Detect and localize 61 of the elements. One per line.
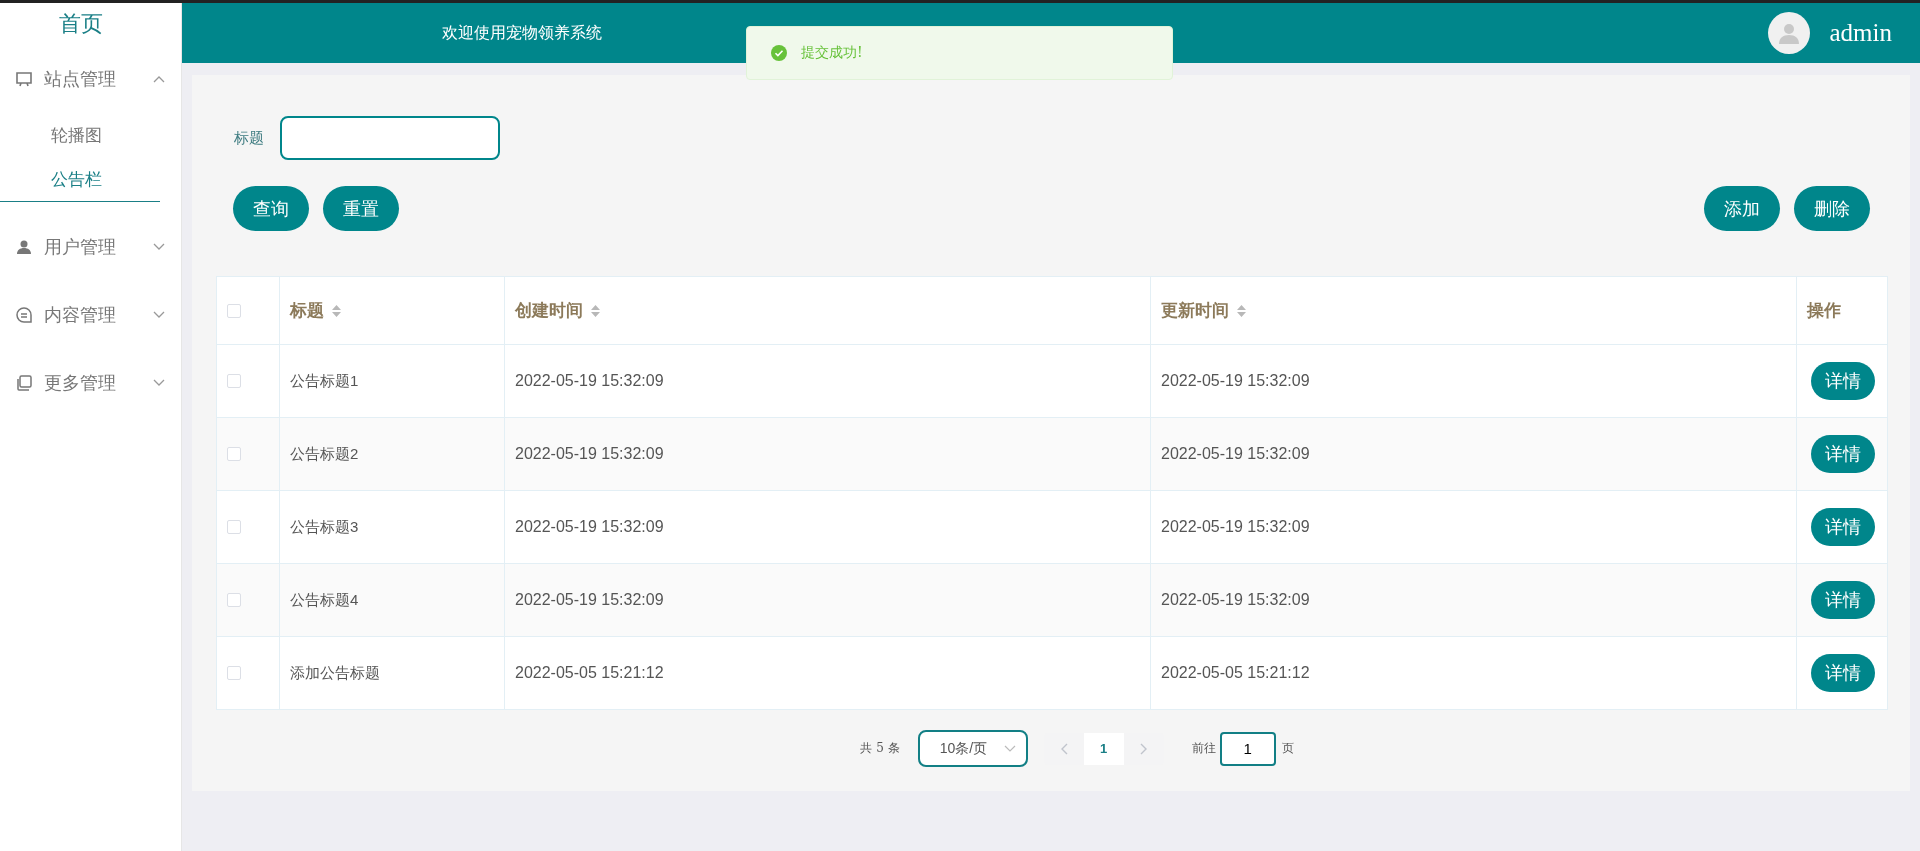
toast-message: 提交成功! xyxy=(801,44,863,62)
title-input[interactable] xyxy=(280,116,500,160)
table-cell: 2022-05-05 15:21:12 xyxy=(1161,664,1310,681)
action-button[interactable]: 重置 xyxy=(323,186,399,231)
table-cell: 2022-05-19 15:32:09 xyxy=(515,445,664,462)
chevron-down-icon xyxy=(1003,744,1016,753)
table-cell: 2022-05-19 15:32:09 xyxy=(515,372,664,389)
column-header[interactable]: 标题 xyxy=(290,299,324,322)
action-button[interactable]: 添加 xyxy=(1704,186,1780,231)
details-button[interactable]: 详情 xyxy=(1811,654,1875,692)
table-cell: 2022-05-19 15:32:09 xyxy=(1161,591,1310,608)
goto-label: 前往 xyxy=(1191,740,1216,757)
chevron-right-icon xyxy=(1139,742,1148,755)
total-count: 共 5 条 xyxy=(860,740,900,757)
field-label: 标题 xyxy=(234,128,264,148)
welcome-title: 欢迎使用宠物领养系统 xyxy=(442,22,603,44)
sidebar-subitem[interactable]: 轮播图 xyxy=(0,113,160,157)
sidebar-menu-item[interactable]: 更多管理 xyxy=(0,349,181,417)
table-cell: 公告标题2 xyxy=(290,444,359,462)
page-number[interactable]: 1 xyxy=(1083,732,1124,765)
sidebar-menu-item[interactable]: 内容管理 xyxy=(0,281,181,349)
column-header[interactable]: 更新时间 xyxy=(1161,299,1229,322)
details-button[interactable]: 详情 xyxy=(1811,581,1875,619)
table-cell: 2022-05-19 15:32:09 xyxy=(1161,372,1310,389)
table-cell: 添加公告标题 xyxy=(290,663,380,681)
table-cell: 2022-05-05 15:21:12 xyxy=(515,664,664,681)
table-cell: 2022-05-19 15:32:09 xyxy=(515,591,664,608)
row-checkbox[interactable] xyxy=(227,593,241,607)
details-button[interactable]: 详情 xyxy=(1811,362,1875,400)
action-button[interactable]: 删除 xyxy=(1794,186,1870,231)
column-header[interactable]: 创建时间 xyxy=(515,299,583,322)
page-suffix: 页 xyxy=(1281,740,1294,757)
sidebar-menu-item[interactable]: 用户管理 xyxy=(0,213,181,281)
check-circle-icon xyxy=(771,45,787,61)
monitor-icon xyxy=(15,70,33,88)
user-icon xyxy=(15,238,33,256)
row-checkbox[interactable] xyxy=(227,447,241,461)
column-header: 操作 xyxy=(1807,300,1841,322)
row-checkbox[interactable] xyxy=(227,666,241,680)
table-cell: 2022-05-19 15:32:09 xyxy=(515,518,664,535)
sidebar-menu-item[interactable]: 站点管理 xyxy=(0,45,181,113)
chevron-left-icon xyxy=(1059,742,1068,755)
table-cell: 公告标题3 xyxy=(290,517,359,535)
details-button[interactable]: 详情 xyxy=(1811,435,1875,473)
sidebar-subitem[interactable]: 公告栏 xyxy=(0,157,160,202)
row-checkbox[interactable] xyxy=(227,374,241,388)
chat-icon xyxy=(15,306,33,324)
table-cell: 公告标题4 xyxy=(290,590,359,608)
row-checkbox[interactable] xyxy=(227,520,241,534)
home-link[interactable]: 首页 xyxy=(0,3,181,45)
table-cell: 2022-05-19 15:32:09 xyxy=(1161,518,1310,535)
details-button[interactable]: 详情 xyxy=(1811,508,1875,546)
avatar-icon[interactable] xyxy=(1767,12,1810,54)
table-cell: 2022-05-19 15:32:09 xyxy=(1161,445,1310,462)
action-button[interactable]: 查询 xyxy=(233,186,309,231)
copy-icon xyxy=(15,374,33,392)
select-all-checkbox[interactable] xyxy=(227,303,241,318)
table-cell: 公告标题1 xyxy=(290,371,359,389)
goto-page-input[interactable]: 1 xyxy=(1219,731,1276,766)
user-name[interactable]: admin xyxy=(1829,19,1892,47)
page-size-select[interactable]: 10条/页 xyxy=(917,730,1028,767)
